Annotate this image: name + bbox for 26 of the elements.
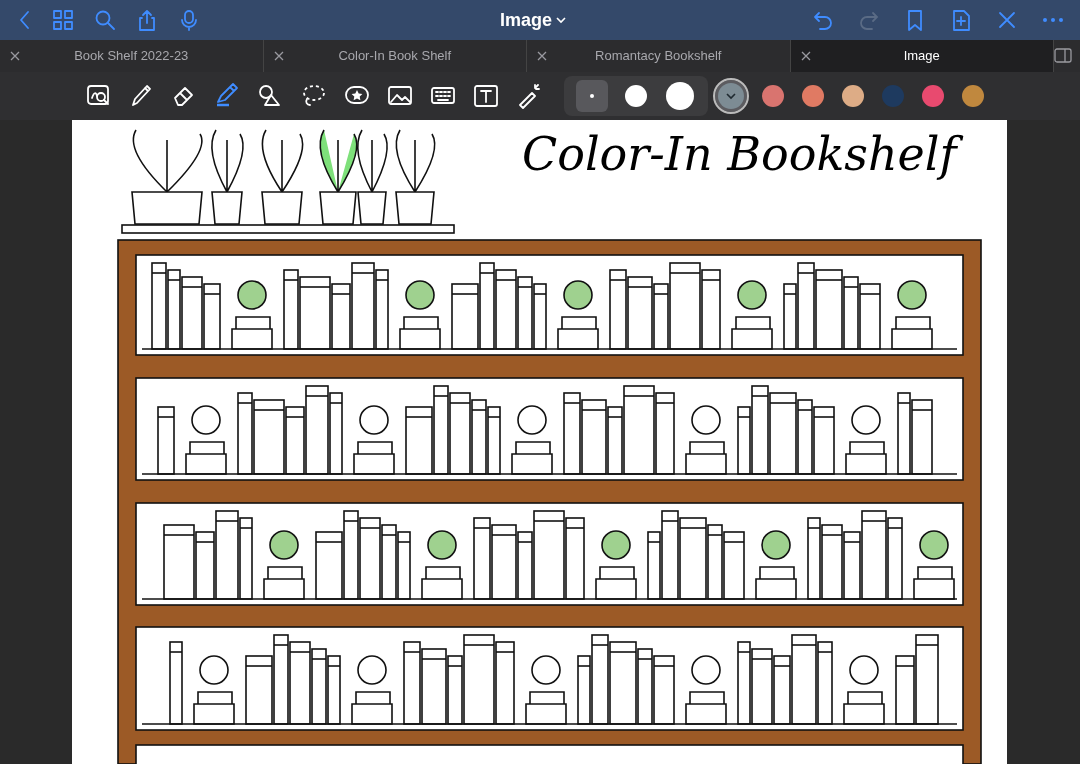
add-page-icon[interactable] [950,9,972,31]
undo-icon[interactable] [812,9,834,31]
lasso-icon[interactable] [301,83,327,109]
color-swatch[interactable] [882,85,904,107]
close-icon[interactable] [537,51,547,61]
chevron-down-icon[interactable] [556,16,567,24]
close-icon[interactable] [273,51,284,61]
color-swatch[interactable] [802,85,824,107]
microphone-icon[interactable] [178,9,200,31]
color-swatch[interactable] [762,85,784,107]
color-swatch[interactable] [922,85,944,107]
laser-pointer-icon[interactable] [516,83,542,109]
page-heading: Color-In Bookshelf [522,126,967,188]
document-tab[interactable]: Image [790,40,1054,72]
grid-icon[interactable] [52,9,74,31]
sidebar-icon[interactable] [1054,48,1072,64]
document-title[interactable]: Image [500,6,553,34]
text-box-icon[interactable] [473,83,499,109]
share-icon[interactable] [136,9,158,31]
close-icon[interactable] [800,51,811,61]
close-icon[interactable] [996,9,1018,31]
highlighter-icon[interactable] [215,81,241,107]
color-swatch[interactable] [962,85,984,107]
color-swatch[interactable] [842,85,864,107]
search-icon[interactable] [94,9,116,31]
close-icon[interactable] [10,51,20,61]
